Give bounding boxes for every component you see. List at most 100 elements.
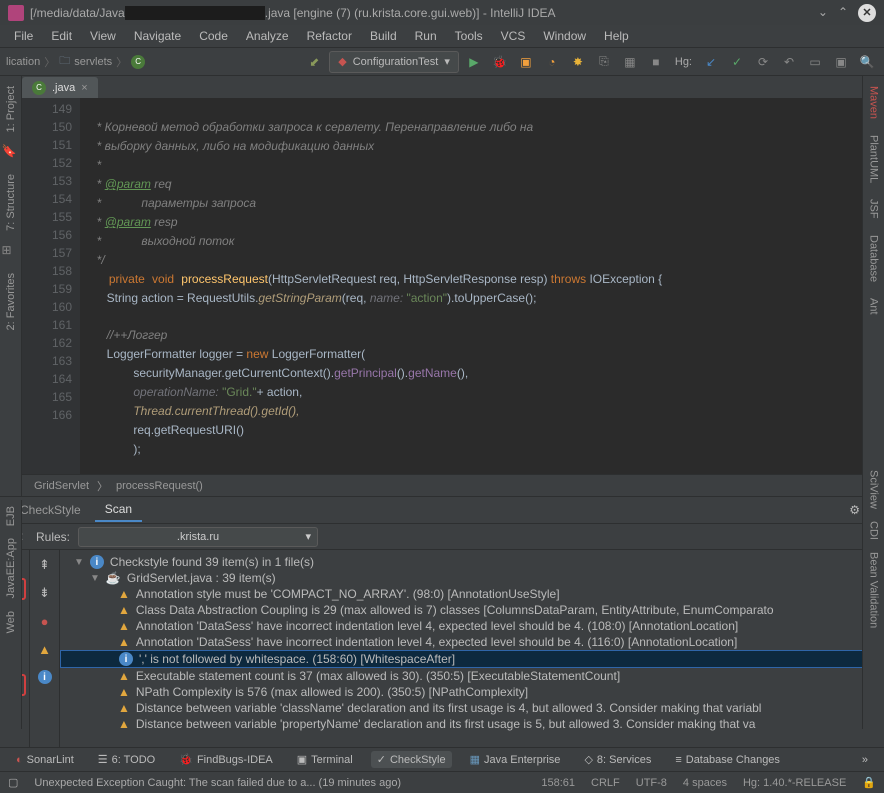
rail-bean[interactable]: Bean Validation bbox=[866, 546, 882, 634]
bookmark-icon[interactable]: 🔖 bbox=[2, 144, 20, 162]
error-filter-icon[interactable]: ● bbox=[34, 610, 56, 632]
result-item[interactable]: ▲Class Data Abstraction Coupling is 29 (… bbox=[60, 602, 884, 618]
warn-filter-icon[interactable]: ▲ bbox=[34, 638, 56, 660]
rail-favorites[interactable]: 2: Favorites bbox=[3, 265, 19, 338]
menu-window[interactable]: Window bbox=[535, 27, 594, 45]
rail-jsf[interactable]: JSF bbox=[866, 191, 882, 227]
tool-todo[interactable]: ☰6: TODO bbox=[92, 751, 161, 768]
debug-icon[interactable]: 🐞 bbox=[489, 51, 511, 73]
revert-icon[interactable]: ↶ bbox=[778, 51, 800, 73]
info-filter-icon[interactable]: i bbox=[34, 666, 56, 688]
rail-maven[interactable]: Maven bbox=[866, 78, 882, 127]
minimize-icon[interactable]: ⌄ bbox=[818, 5, 828, 20]
result-item[interactable]: ▲Distance between variable 'propertyName… bbox=[60, 716, 884, 732]
menu-code[interactable]: Code bbox=[191, 27, 236, 45]
main-toolbar: lication 〉 🗀 servlets 〉 C ⬋ ◆ Configurat… bbox=[0, 48, 884, 76]
rail-ant[interactable]: Ant bbox=[866, 290, 882, 323]
result-item[interactable]: i',' is not followed by whitespace. (158… bbox=[60, 650, 884, 668]
crumb-class[interactable]: GridServlet bbox=[34, 480, 89, 492]
tool-dbchanges[interactable]: ≡Database Changes bbox=[669, 752, 786, 768]
menu-view[interactable]: View bbox=[82, 27, 124, 45]
result-file[interactable]: ▼☕GridServlet.java : 39 item(s) bbox=[60, 570, 884, 586]
result-item[interactable]: ▲Distance between variable 'className' d… bbox=[60, 700, 884, 716]
panel-tab-scan[interactable]: Scan bbox=[95, 498, 142, 522]
tool-services[interactable]: ◇8: Services bbox=[578, 751, 657, 768]
lock-icon[interactable]: 🔒 bbox=[862, 776, 876, 789]
rules-dropdown[interactable]: .krista.ru ▾ bbox=[78, 527, 318, 547]
run-config-dropdown[interactable]: ◆ ConfigurationTest ▾ bbox=[329, 51, 459, 73]
tool-checkstyle[interactable]: ✓CheckStyle bbox=[371, 751, 452, 768]
panel-tab-checkstyle[interactable]: CheckStyle bbox=[10, 499, 91, 521]
run-icon[interactable]: ▶ bbox=[463, 51, 485, 73]
result-item[interactable]: ▲Annotation 'DataSess' have incorrect in… bbox=[60, 618, 884, 634]
menu-file[interactable]: File bbox=[6, 27, 41, 45]
history-icon[interactable]: ⟳ bbox=[752, 51, 774, 73]
breadcrumb[interactable]: lication 〉 🗀 servlets 〉 C bbox=[6, 52, 145, 71]
expand-all-icon[interactable]: ⇞ bbox=[34, 554, 56, 576]
chevron-down-icon: ▾ bbox=[444, 55, 450, 68]
tool-javaee[interactable]: ▦Java Enterprise bbox=[464, 751, 567, 768]
menu-build[interactable]: Build bbox=[362, 27, 405, 45]
tool-findbugs[interactable]: 🐞FindBugs-IDEA bbox=[173, 751, 279, 768]
code-editor[interactable]: 149150151 152153154 155156157 158159160 … bbox=[22, 98, 862, 474]
rail-jee[interactable]: JavaEE:App bbox=[3, 532, 19, 605]
code-content[interactable]: * Корневой метод обработки запроса к сер… bbox=[80, 98, 862, 474]
gear-icon[interactable]: ⚙ bbox=[849, 503, 860, 517]
line-gutter[interactable]: 149150151 152153154 155156157 158159160 … bbox=[22, 98, 80, 474]
close-icon[interactable]: ✕ bbox=[858, 4, 876, 22]
rail-web[interactable]: Web bbox=[3, 605, 19, 639]
search-icon[interactable]: 🔍 bbox=[856, 51, 878, 73]
rail-database[interactable]: Database bbox=[866, 227, 882, 290]
collapse-all-icon[interactable]: ⇟ bbox=[34, 582, 56, 604]
crumb-method[interactable]: processRequest() bbox=[116, 480, 203, 492]
structure-icon[interactable]: ⊞ bbox=[2, 243, 20, 261]
rules-value: .krista.ru bbox=[177, 531, 219, 543]
editor-tab[interactable]: C .java × bbox=[22, 77, 98, 98]
menu-vcs[interactable]: VCS bbox=[493, 27, 534, 45]
title-bar: [/media/data/Java .java [engine (7) (ru.… bbox=[0, 0, 884, 25]
attach-icon[interactable]: ⎘ bbox=[593, 51, 615, 73]
branch-icon[interactable]: ▭ bbox=[804, 51, 826, 73]
result-item[interactable]: ▲Annotation style must be 'COMPACT_NO_AR… bbox=[60, 586, 884, 602]
status-enc[interactable]: UTF-8 bbox=[636, 777, 667, 789]
tool-panel: CheckStyle Scan ⚙ — ✕ Rules: .krista.ru … bbox=[0, 496, 884, 747]
rail-ejb[interactable]: EJB bbox=[3, 500, 19, 532]
results-tree[interactable]: ▼iCheckstyle found 39 item(s) in 1 file(… bbox=[60, 550, 884, 747]
menu-navigate[interactable]: Navigate bbox=[126, 27, 189, 45]
rail-sciview[interactable]: SciView bbox=[866, 464, 882, 515]
agent-icon[interactable]: ▣ bbox=[830, 51, 852, 73]
close-tab-icon[interactable]: × bbox=[81, 82, 87, 94]
build-icon[interactable]: ⬋ bbox=[303, 51, 325, 73]
menu-run[interactable]: Run bbox=[407, 27, 445, 45]
coverage-icon[interactable]: ▣ bbox=[515, 51, 537, 73]
pull-icon[interactable]: ↙ bbox=[700, 51, 722, 73]
rail-cdi[interactable]: CDI bbox=[866, 515, 882, 546]
menu-help[interactable]: Help bbox=[596, 27, 637, 45]
menu-tools[interactable]: Tools bbox=[447, 27, 491, 45]
rail-structure[interactable]: 7: Structure bbox=[3, 166, 19, 239]
maximize-icon[interactable]: ⌃ bbox=[838, 5, 848, 20]
status-hg[interactable]: Hg: 1.40.*-RELEASE bbox=[743, 777, 846, 789]
status-eol[interactable]: CRLF bbox=[591, 777, 620, 789]
grid-icon[interactable]: ▦ bbox=[619, 51, 641, 73]
tool-sonarlint[interactable]: ◐SonarLint bbox=[10, 752, 80, 768]
tool-more[interactable]: » bbox=[856, 752, 874, 768]
breadcrumb-item[interactable]: lication bbox=[6, 56, 40, 68]
result-root[interactable]: ▼iCheckstyle found 39 item(s) in 1 file(… bbox=[60, 554, 884, 570]
result-item[interactable]: ▲NPath Complexity is 576 (max allowed is… bbox=[60, 684, 884, 700]
stop-icon[interactable]: ■ bbox=[645, 51, 667, 73]
result-item[interactable]: ▲Annotation 'DataSess' have incorrect in… bbox=[60, 634, 884, 650]
menu-edit[interactable]: Edit bbox=[43, 27, 80, 45]
tool-terminal[interactable]: ▣Terminal bbox=[291, 751, 359, 768]
menu-refactor[interactable]: Refactor bbox=[299, 27, 360, 45]
profile-icon[interactable]: ◔ bbox=[541, 51, 563, 73]
rail-plantuml[interactable]: PlantUML bbox=[866, 127, 882, 191]
rail-project[interactable]: 1: Project bbox=[3, 78, 19, 140]
status-pos[interactable]: 158:61 bbox=[541, 777, 575, 789]
concurrency-icon[interactable]: ✸ bbox=[567, 51, 589, 73]
menu-analyze[interactable]: Analyze bbox=[238, 27, 297, 45]
status-indent[interactable]: 4 spaces bbox=[683, 777, 727, 789]
commit-icon[interactable]: ✓ bbox=[726, 51, 748, 73]
result-item[interactable]: ▲Executable statement count is 37 (max a… bbox=[60, 668, 884, 684]
breadcrumb-item[interactable]: servlets bbox=[74, 56, 112, 68]
